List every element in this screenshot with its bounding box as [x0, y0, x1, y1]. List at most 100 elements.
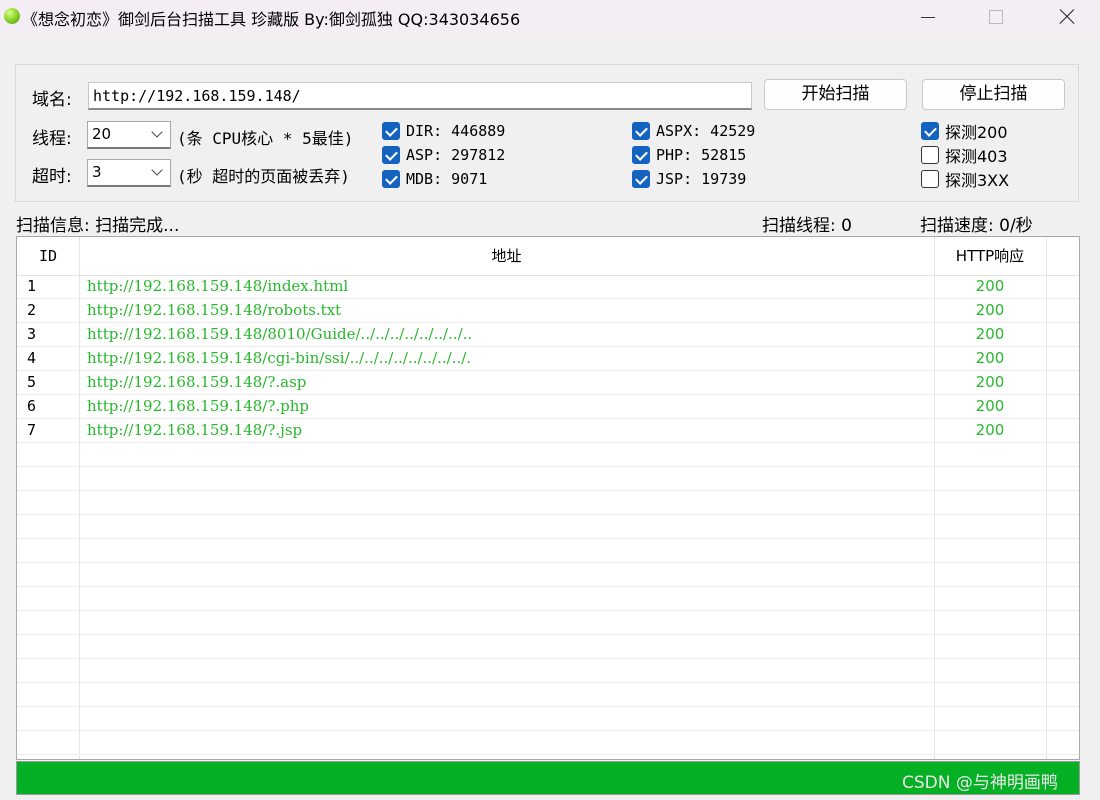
empty-row — [17, 635, 1079, 659]
empty-row — [17, 563, 1079, 587]
row-url: http://192.168.159.148/?.jsp — [87, 421, 303, 439]
checkbox-checked-icon — [632, 170, 650, 188]
checkbox-label: 探测3XX — [945, 171, 1010, 190]
empty-row — [17, 587, 1079, 611]
empty-row — [17, 539, 1079, 563]
chevron-down-icon — [151, 164, 163, 176]
checkbox-unchecked-icon — [921, 170, 939, 188]
threads-label: 线程: — [32, 129, 72, 149]
row-http-code: 200 — [975, 421, 1005, 439]
chevron-down-icon — [151, 126, 163, 138]
start-scan-button[interactable]: 开始扫描 — [764, 79, 907, 110]
checkbox-checked-icon — [632, 122, 650, 140]
title-bar: 《想念初恋》御剑后台扫描工具 珍藏版 By:御剑孤独 QQ:343034656 — [0, 0, 1100, 34]
timeout-hint: (秒 超时的页面被丢弃) — [177, 167, 350, 186]
row-http-code: 200 — [975, 349, 1005, 367]
row-http-code: 200 — [975, 301, 1005, 319]
probe-checkbox-200[interactable]: 探测200 — [921, 121, 1008, 142]
maximize-icon — [989, 10, 1003, 24]
row-id: 6 — [27, 397, 37, 415]
row-http-code: 200 — [975, 373, 1005, 391]
probe-checkbox-3xx[interactable]: 探测3XX — [921, 169, 1010, 190]
results-table[interactable]: ID 地址 HTTP响应 1 http://192.168.159.148/ind… — [16, 236, 1080, 760]
threads-hint: (条 CPU核心 * 5最佳) — [177, 129, 354, 148]
row-id: 1 — [27, 277, 37, 295]
table-body: 1 http://192.168.159.148/index.html 200 2 ht… — [17, 275, 1079, 755]
scan-speed-status: 扫描速度: 0/秒 — [920, 216, 1033, 236]
row-id: 2 — [27, 301, 37, 319]
domain-input[interactable]: http://192.168.159.148/ — [88, 82, 752, 110]
checkbox-checked-icon — [382, 146, 400, 164]
domain-label: 域名: — [32, 90, 72, 110]
app-icon — [4, 8, 20, 24]
empty-row — [17, 467, 1079, 491]
threads-select[interactable]: 20 — [87, 121, 171, 149]
row-url: http://192.168.159.148/index.html — [87, 277, 349, 295]
threads-value: 20 — [92, 125, 112, 143]
checkbox-label: 探测403 — [945, 147, 1008, 166]
dict-checkbox-mdb[interactable]: MDB: 9071 — [382, 169, 487, 189]
stop-scan-button[interactable]: 停止扫描 — [922, 79, 1065, 110]
checkbox-label: 探测200 — [945, 123, 1008, 142]
minimize-button[interactable] — [905, 0, 951, 34]
checkbox-label: JSP: 19739 — [656, 170, 747, 188]
empty-row — [17, 707, 1079, 731]
row-id: 4 — [27, 349, 37, 367]
checkbox-checked-icon — [632, 146, 650, 164]
row-http-code: 200 — [975, 277, 1005, 295]
scan-threads-status: 扫描线程: 0 — [762, 216, 852, 236]
probe-checkbox-403[interactable]: 探测403 — [921, 145, 1008, 166]
timeout-value: 3 — [92, 163, 102, 181]
checkbox-label: MDB: 9071 — [406, 170, 488, 188]
empty-row — [17, 491, 1079, 515]
table-row[interactable]: 6 http://192.168.159.148/?.php 200 — [17, 395, 1079, 419]
timeout-select[interactable]: 3 — [87, 159, 171, 187]
watermark: CSDN @与神明画鸭 — [902, 773, 1058, 793]
empty-row — [17, 611, 1079, 635]
row-url: http://192.168.159.148/8010/Guide/../../… — [87, 325, 473, 343]
window-title: 《想念初恋》御剑后台扫描工具 珍藏版 By:御剑孤独 QQ:343034656 — [22, 10, 521, 29]
table-row[interactable]: 3 http://192.168.159.148/8010/Guide/../..… — [17, 323, 1079, 347]
table-row[interactable]: 2 http://192.168.159.148/robots.txt 200 — [17, 299, 1079, 323]
table-row[interactable]: 1 http://192.168.159.148/index.html 200 — [17, 275, 1079, 299]
row-http-code: 200 — [975, 397, 1005, 415]
timeout-label: 超时: — [32, 167, 72, 187]
empty-row — [17, 443, 1079, 467]
checkbox-label: PHP: 52815 — [656, 146, 747, 164]
table-row[interactable]: 7 http://192.168.159.148/?.jsp 200 — [17, 419, 1079, 443]
dict-checkbox-jsp[interactable]: JSP: 19739 — [632, 169, 746, 189]
dict-checkbox-asp[interactable]: ASP: 297812 — [382, 145, 505, 165]
row-url: http://192.168.159.148/cgi-bin/ssi/../..… — [87, 349, 472, 367]
column-header-id[interactable]: ID — [17, 237, 79, 275]
row-id: 7 — [27, 421, 37, 439]
checkbox-label: ASPX: 42529 — [656, 122, 756, 140]
empty-row — [17, 515, 1079, 539]
row-id: 5 — [27, 373, 37, 391]
checkbox-label: ASP: 297812 — [406, 146, 506, 164]
column-header-url[interactable]: 地址 — [79, 237, 934, 275]
checkbox-label: DIR: 446889 — [406, 122, 506, 140]
scan-info-status: 扫描信息: 扫描完成... — [16, 216, 180, 236]
table-row[interactable]: 4 http://192.168.159.148/cgi-bin/ssi/../.… — [17, 347, 1079, 371]
column-header-http[interactable]: HTTP响应 — [934, 237, 1046, 275]
checkbox-unchecked-icon — [921, 146, 939, 164]
row-url: http://192.168.159.148/?.php — [87, 397, 310, 415]
row-url: http://192.168.159.148/?.asp — [87, 373, 307, 391]
empty-row — [17, 659, 1079, 683]
empty-row — [17, 683, 1079, 707]
table-header: ID 地址 HTTP响应 — [17, 237, 1079, 276]
dict-checkbox-php[interactable]: PHP: 52815 — [632, 145, 746, 165]
empty-row — [17, 731, 1079, 755]
checkbox-checked-icon — [921, 122, 939, 140]
checkbox-checked-icon — [382, 122, 400, 140]
row-http-code: 200 — [975, 325, 1005, 343]
maximize-button[interactable] — [973, 0, 1019, 34]
dict-checkbox-aspx[interactable]: ASPX: 42529 — [632, 121, 755, 141]
row-id: 3 — [27, 325, 37, 343]
table-row[interactable]: 5 http://192.168.159.148/?.asp 200 — [17, 371, 1079, 395]
close-icon — [1059, 9, 1075, 25]
close-button[interactable] — [1044, 0, 1090, 34]
minimize-icon — [921, 16, 935, 18]
dict-checkbox-dir[interactable]: DIR: 446889 — [382, 121, 505, 141]
checkbox-checked-icon — [382, 170, 400, 188]
